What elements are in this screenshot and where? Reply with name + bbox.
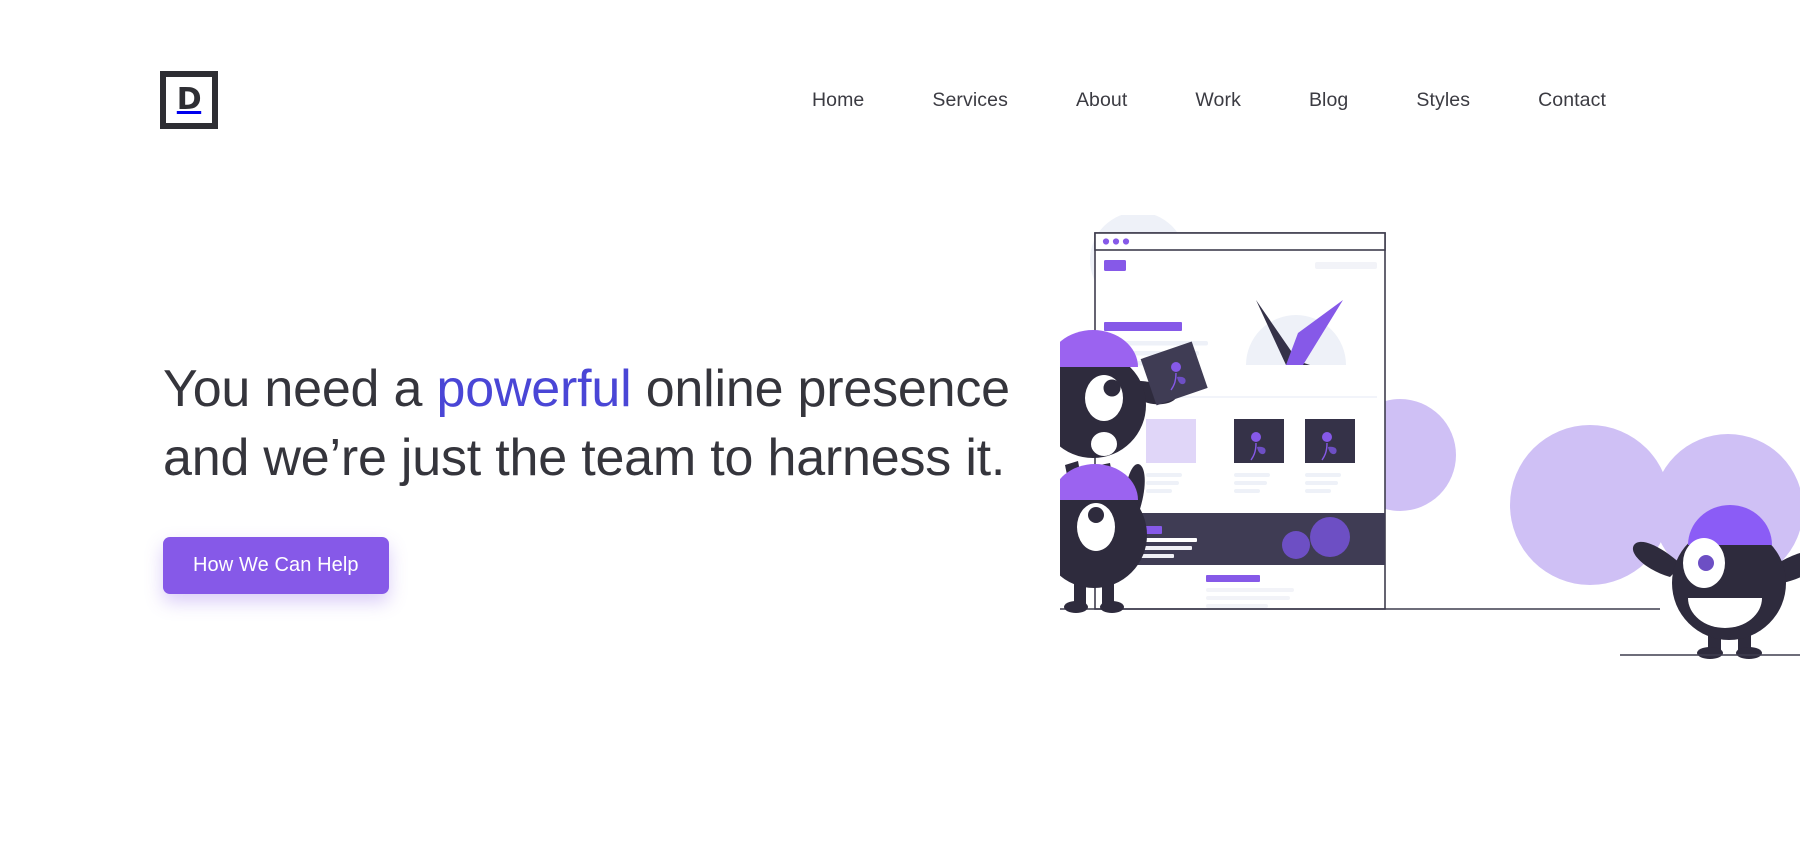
site-header: D Home Services About Work Blog Styles C… (0, 0, 1800, 200)
mockup-nav-placeholder (1315, 262, 1377, 269)
headline-accent-word: powerful (436, 360, 632, 418)
mockup-footer-line-3 (1206, 604, 1268, 608)
char3-foot-left (1697, 647, 1723, 659)
char1-mouth (1091, 432, 1117, 456)
nav-item-contact[interactable]: Contact (1504, 81, 1640, 120)
nav-item-blog[interactable]: Blog (1275, 81, 1382, 120)
mockup-card-1-shadow (1146, 419, 1196, 463)
hero-copy: You need a powerful online presence and … (163, 355, 1033, 595)
nav-item-work[interactable]: Work (1161, 81, 1275, 120)
hero-headline: You need a powerful online presence and … (163, 355, 1033, 492)
mockup-logo-block (1104, 260, 1126, 271)
mockup-card-2-flower-head (1251, 432, 1261, 442)
browser-dot-3 (1122, 238, 1130, 245)
char3-pupil (1698, 555, 1714, 571)
browser-dot-1 (1102, 238, 1110, 245)
mockup-card-3-flower-head (1322, 432, 1332, 442)
mockup-footer-heading (1206, 575, 1260, 582)
headline-text-lead: You need a (163, 360, 437, 418)
mockup-card-3-line-2 (1305, 481, 1338, 485)
char2-pupil (1088, 507, 1104, 523)
mockup-card-3-line-3 (1305, 489, 1331, 493)
main-nav: Home Services About Work Blog Styles Con… (778, 81, 1640, 120)
mockup-heading-bar (1104, 322, 1182, 331)
mockup-card-1-line-3 (1146, 489, 1172, 493)
nav-item-home[interactable]: Home (778, 81, 898, 120)
browser-dot-2 (1112, 238, 1120, 245)
browser-chrome-bar (1094, 232, 1386, 251)
mockup-footer-line-1 (1206, 588, 1294, 592)
char2-foot-right (1100, 601, 1124, 613)
char1-card-flower-head (1171, 362, 1181, 372)
hero-illustration (1060, 215, 1800, 725)
brand-logo-letter: D (176, 82, 202, 117)
mockup-banner-circle-large (1310, 517, 1350, 557)
illustration-svg (1060, 215, 1800, 659)
nav-item-services[interactable]: Services (898, 81, 1042, 120)
mockup-banner-circle-small (1282, 531, 1310, 559)
char3-foot-right (1736, 647, 1762, 659)
char1-pupil (1103, 379, 1121, 397)
char2-foot-left (1064, 601, 1088, 613)
mockup-card-1-line-1 (1146, 473, 1182, 477)
page-root: D Home Services About Work Blog Styles C… (0, 0, 1800, 844)
brand-logo[interactable]: D (160, 71, 218, 129)
mockup-card-2-line-1 (1234, 473, 1270, 477)
mockup-card-2-line-2 (1234, 481, 1267, 485)
mockup-footer-line-2 (1206, 596, 1290, 600)
nav-item-styles[interactable]: Styles (1382, 81, 1504, 120)
mockup-card-2-line-3 (1234, 489, 1260, 493)
how-we-can-help-button[interactable]: How We Can Help (163, 537, 389, 595)
nav-item-about[interactable]: About (1042, 81, 1161, 120)
mockup-card-1-line-2 (1146, 481, 1179, 485)
mockup-card-3-line-1 (1305, 473, 1341, 477)
